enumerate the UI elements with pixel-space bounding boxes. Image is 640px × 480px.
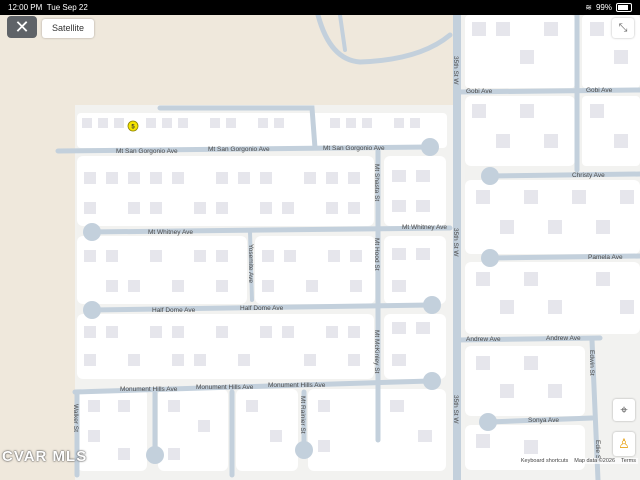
street-label: Monument Hills Ave <box>268 382 326 389</box>
terms-link[interactable]: Terms <box>621 458 636 464</box>
status-right: ≋ 99% <box>585 3 632 12</box>
street-label: Edwin St <box>588 350 595 376</box>
street-label: Monument Hills Ave <box>196 384 254 391</box>
fullscreen-button[interactable]: ⤡ <box>612 18 634 38</box>
street-label: Mt Shasta St <box>373 164 380 201</box>
street-label: 35th St W <box>452 228 459 257</box>
street-label: Pamela Ave <box>588 254 623 261</box>
street-label: Yosemite Ave <box>247 244 254 283</box>
status-date: Tue Sep 22 <box>46 3 88 12</box>
battery-icon <box>616 3 632 12</box>
street-label: Sonya Ave <box>528 417 559 424</box>
watermark-logo: CVAR MLS <box>2 448 88 465</box>
crosshair-icon: ⌖ <box>620 402 628 417</box>
street-label: Walker St <box>72 404 79 432</box>
street-label: Mt Rainier St <box>299 396 306 434</box>
street-label: Half Dome Ave <box>240 305 284 312</box>
street-label: Andrew Ave <box>466 336 501 343</box>
street-label: Half Dome Ave <box>152 307 196 314</box>
street-view-button[interactable]: ♙ <box>613 432 635 456</box>
pegman-icon: ♙ <box>618 436 630 451</box>
close-icon: ✕ <box>14 17 30 37</box>
my-location-button[interactable]: ⌖ <box>613 399 635 421</box>
map-attribution: Keyboard shortcuts Map data ©2026 Terms <box>518 458 638 464</box>
map-data-text: Map data ©2026 <box>574 458 616 464</box>
street-label: Mt San Gorgonio Ave <box>323 145 385 152</box>
status-time-date: 12:00 PM Tue Sep 22 <box>8 3 88 12</box>
street-label: Mt McKinley St <box>373 330 380 374</box>
map-canvas[interactable]: Mt San Gorgonio Ave Mt San Gorgonio Ave … <box>0 15 640 480</box>
status-bar: 12:00 PM Tue Sep 22 ≋ 99% <box>0 0 640 15</box>
satellite-toggle-button[interactable]: Satellite <box>42 19 94 38</box>
street-label: Gobi Ave <box>586 87 613 94</box>
street-label: Mt San Gorgonio Ave <box>208 146 270 153</box>
keyboard-shortcuts-link[interactable]: Keyboard shortcuts <box>521 458 568 464</box>
street-label: Mt Whitney Ave <box>402 224 447 231</box>
fullscreen-exit-icon: ⤡ <box>618 22 628 34</box>
open-land-west <box>0 15 75 480</box>
battery-percent: 99% <box>595 3 612 12</box>
street-label: Mt San Gorgonio Ave <box>116 148 178 155</box>
wifi-icon: ≋ <box>585 3 592 12</box>
street-label: Monument Hills Ave <box>120 386 178 393</box>
street-label: Christy Ave <box>572 172 605 179</box>
street-label: Gobi Ave <box>466 88 493 95</box>
close-button[interactable]: ✕ <box>7 16 37 38</box>
street-label: Mt Hood St <box>373 238 380 271</box>
street-label: Mt Whitney Ave <box>148 229 193 236</box>
street-label: 35th St W <box>452 56 459 85</box>
street-label: 35th St W <box>452 395 459 424</box>
status-time: 12:00 PM <box>8 3 43 12</box>
street-label: Andrew Ave <box>546 335 581 342</box>
